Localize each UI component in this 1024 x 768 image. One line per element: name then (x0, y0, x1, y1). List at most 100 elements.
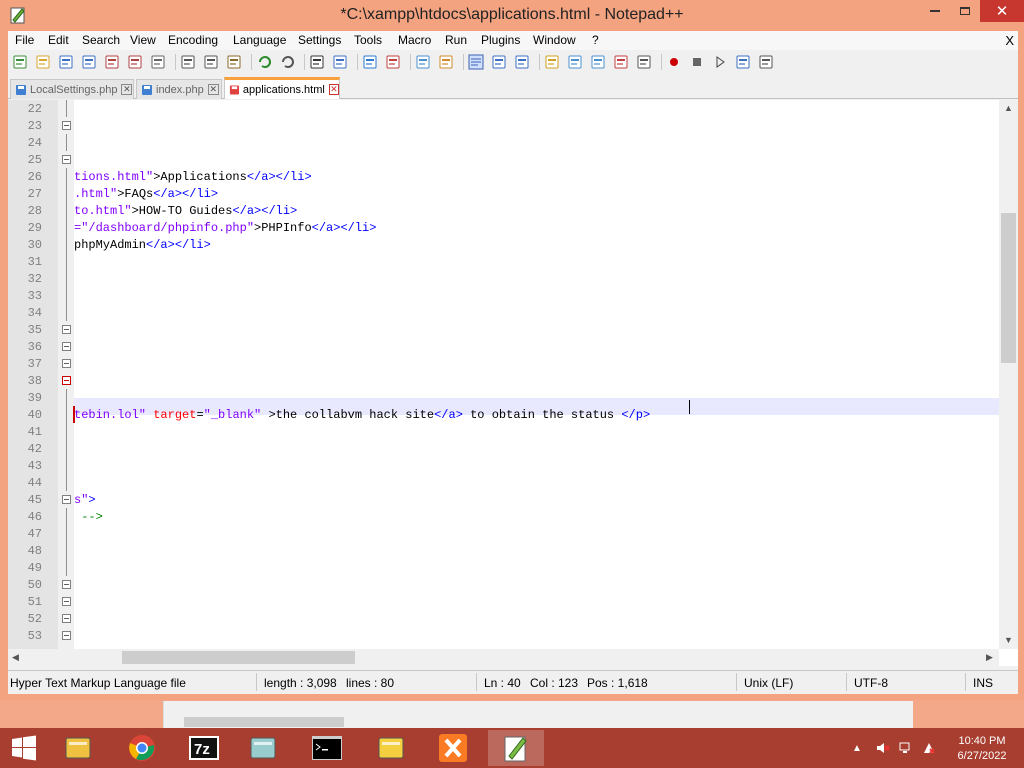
fold-toggle-icon[interactable] (62, 342, 71, 351)
tab-applications-html[interactable]: applications.html ✕ (224, 77, 340, 99)
taskbar-xampp[interactable] (425, 730, 481, 766)
cut-icon[interactable] (180, 54, 196, 70)
replace-icon[interactable] (332, 54, 348, 70)
code-area[interactable]: tions.html">Applications</a></li> .html">… (74, 100, 999, 649)
taskbar-chrome[interactable] (114, 730, 170, 766)
menu-tools[interactable]: Tools (354, 33, 382, 47)
fold-toggle-icon[interactable] (62, 121, 71, 130)
play-macro-icon[interactable] (712, 54, 728, 70)
undo-icon[interactable] (256, 54, 272, 70)
zoom-out-icon[interactable] (385, 54, 401, 70)
speaker-muted-icon[interactable] (876, 741, 890, 755)
open-file-icon[interactable] (35, 54, 51, 70)
menu-edit[interactable]: Edit (48, 33, 69, 47)
code-line[interactable]: to.html">HOW-TO Guides</a></li> (74, 204, 297, 221)
redo-icon[interactable] (279, 54, 295, 70)
tab-close-icon[interactable]: ✕ (207, 84, 219, 95)
folder-workspace-icon[interactable] (613, 54, 629, 70)
code-line[interactable]: tebin.lol" target="_blank" >the collabvm… (74, 408, 650, 425)
code-line[interactable]: s"> (74, 493, 96, 510)
menu-run[interactable]: Run (445, 33, 467, 47)
tray-expand-icon[interactable]: ▲ (852, 743, 866, 757)
fold-toggle-icon[interactable] (62, 580, 71, 589)
tab-index-php[interactable]: index.php ✕ (136, 79, 222, 99)
editor[interactable]: 22 23 24 25 26 27 28 29 30 31 32 33 34 35 36 37 38 39 40 41… (8, 100, 1018, 666)
vertical-scrollbar[interactable]: ▲ ▼ (999, 100, 1018, 649)
taskbar-windows-start[interactable] (0, 730, 48, 766)
word-wrap-icon[interactable] (468, 54, 484, 70)
taskbar-7zip[interactable]: 7z (176, 730, 232, 766)
network-icon[interactable] (899, 741, 913, 755)
menu-encoding[interactable]: Encoding (168, 33, 218, 47)
fold-toggle-icon[interactable] (62, 359, 71, 368)
close-button[interactable]: ✕ (980, 0, 1024, 22)
code-line[interactable]: tions.html">Applications</a></li> (74, 170, 312, 187)
sync-horizontal-icon[interactable] (438, 54, 454, 70)
save-macro-icon[interactable] (758, 54, 774, 70)
tab-close-icon[interactable]: ✕ (121, 84, 133, 95)
menu-window[interactable]: Window (533, 33, 576, 47)
taskbar-cmd[interactable] (299, 730, 355, 766)
monitoring-icon[interactable] (636, 54, 652, 70)
menu-help[interactable]: ? (592, 33, 599, 47)
tray-clock[interactable]: 10:40 PM 6/27/2022 (950, 734, 1014, 764)
scroll-left-icon[interactable]: ◀ (12, 652, 19, 663)
record-macro-icon[interactable] (666, 54, 682, 70)
taskbar-sticky-notes[interactable] (363, 730, 419, 766)
function-list-icon[interactable] (590, 54, 606, 70)
tab-localsettings-php[interactable]: LocalSettings.php ✕ (10, 79, 134, 99)
run-macro-multiple-icon[interactable] (735, 54, 751, 70)
new-file-icon[interactable] (12, 54, 28, 70)
status-encoding[interactable]: UTF-8 (854, 676, 888, 690)
find-icon[interactable] (309, 54, 325, 70)
fold-toggle-icon[interactable] (62, 631, 71, 640)
close-icon[interactable] (104, 54, 120, 70)
maximize-button[interactable] (952, 0, 978, 22)
menu-settings[interactable]: Settings (298, 33, 341, 47)
taskbar-notepadpp[interactable] (488, 730, 544, 766)
save-icon[interactable] (58, 54, 74, 70)
code-line[interactable]: .html">FAQs</a></li> (74, 187, 218, 204)
stop-record-icon[interactable] (689, 54, 705, 70)
fold-toggle-icon[interactable] (62, 614, 71, 623)
close-all-icon[interactable] (127, 54, 143, 70)
horizontal-scrollbar[interactable]: ◀ ▶ (8, 649, 999, 666)
menu-search[interactable]: Search (82, 33, 120, 47)
menu-file[interactable]: File (15, 33, 34, 47)
paste-icon[interactable] (226, 54, 242, 70)
scroll-right-icon[interactable]: ▶ (986, 652, 993, 663)
action-center-icon[interactable] (922, 741, 936, 755)
tab-close-icon[interactable]: ✕ (328, 84, 339, 95)
show-all-chars-icon[interactable] (491, 54, 507, 70)
fold-toggle-icon[interactable] (62, 325, 71, 334)
doc-map-icon[interactable] (567, 54, 583, 70)
print-icon[interactable] (150, 54, 166, 70)
taskbar-file-explorer[interactable] (50, 730, 106, 766)
lang-udl-icon[interactable] (544, 54, 560, 70)
copy-icon[interactable] (203, 54, 219, 70)
code-line[interactable]: --> (74, 510, 103, 527)
code-line[interactable]: phpMyAdmin</a></li> (74, 238, 211, 255)
minimize-button[interactable] (918, 0, 952, 22)
scroll-up-icon[interactable]: ▲ (1004, 103, 1013, 113)
status-eol[interactable]: Unix (LF) (744, 676, 793, 690)
fold-toggle-icon[interactable] (62, 155, 71, 164)
indent-guide-icon[interactable] (514, 54, 530, 70)
sync-vertical-icon[interactable] (415, 54, 431, 70)
close-document-button[interactable]: X (1005, 33, 1014, 48)
menu-language[interactable]: Language (233, 33, 286, 47)
scroll-down-icon[interactable]: ▼ (1004, 635, 1013, 645)
fold-toggle-icon[interactable] (62, 597, 71, 606)
vertical-scroll-thumb[interactable] (1001, 213, 1016, 363)
zoom-in-icon[interactable] (362, 54, 378, 70)
fold-toggle-icon[interactable] (62, 376, 71, 385)
horizontal-scroll-thumb[interactable] (122, 651, 355, 664)
title-bar[interactable]: *C:\xampp\htdocs\applications.html - Not… (0, 0, 1024, 31)
menu-macro[interactable]: Macro (398, 33, 431, 47)
taskbar-notepad[interactable] (235, 730, 291, 766)
fold-toggle-icon[interactable] (62, 495, 71, 504)
code-line[interactable]: ="/dashboard/phpinfo.php">PHPInfo</a></l… (74, 221, 376, 238)
menu-view[interactable]: View (130, 33, 156, 47)
menu-plugins[interactable]: Plugins (481, 33, 520, 47)
save-all-icon[interactable] (81, 54, 97, 70)
